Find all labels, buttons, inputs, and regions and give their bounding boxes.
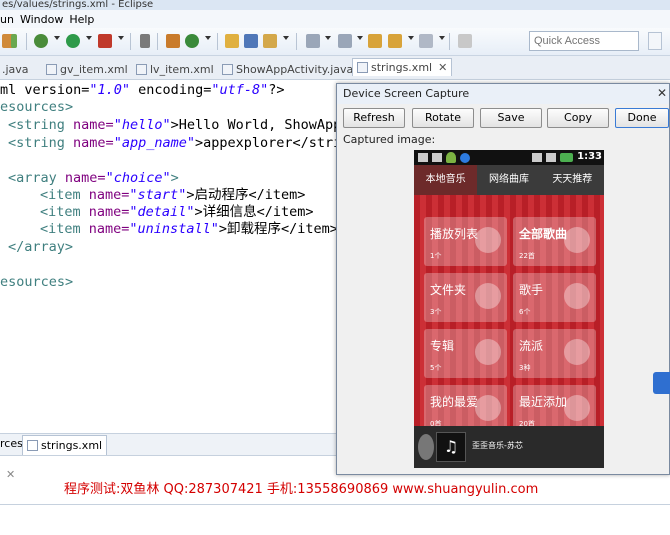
xml-file-icon (27, 440, 38, 451)
tab-resources[interactable]: rces (0, 437, 23, 450)
tab-gv-item[interactable]: gv_item.xml (46, 60, 128, 78)
pencil-icon[interactable] (263, 34, 277, 48)
skip-breakpoints-icon[interactable] (140, 34, 150, 48)
person-icon (564, 283, 590, 309)
annotation-icon[interactable] (306, 34, 320, 48)
tab-lv-item[interactable]: lv_item.xml (136, 60, 214, 78)
next-annotation-icon[interactable] (338, 34, 352, 48)
tile-all-songs[interactable]: 全部歌曲 22首 (513, 217, 596, 266)
java-file-icon (222, 63, 233, 75)
copy-button[interactable]: Copy (547, 108, 609, 128)
editor-bottom-tabs: rces strings.xml (0, 433, 340, 455)
code-line: <item name="start">启动程序</item> (40, 187, 306, 203)
tile-albums[interactable]: 专辑 5个 (424, 329, 507, 378)
android-icon (446, 152, 456, 163)
now-playing-text: 歪歪音乐-苏芯 (472, 441, 523, 450)
tile-playlist[interactable]: 播放列表 1个 (424, 217, 507, 266)
code-editor[interactable]: ml version="1.0" encoding="utf-8"?> esou… (0, 80, 342, 405)
folder-icon (475, 283, 501, 309)
tab-show-app-activity[interactable]: ShowAppActivity.java (222, 60, 353, 78)
phone-tab-online-library[interactable]: 网络曲库 (477, 165, 540, 195)
captured-image: 1:33 本地音乐 网络曲库 天天推荐 播放列表 1个 全部歌曲 22首 文件夹 3个… (414, 150, 604, 468)
back-history-icon[interactable] (388, 34, 402, 48)
code-line: </array> (8, 239, 74, 255)
xml-file-icon (357, 62, 368, 73)
code-line: ml version="1.0" encoding="utf-8"?> (0, 82, 285, 98)
close-panel-icon[interactable]: ✕ (6, 468, 15, 481)
code-line: <item name="detail">详细信息</item> (40, 204, 314, 220)
music-note-icon: ♫ (436, 432, 466, 462)
list-icon (475, 227, 501, 253)
phone-status-bar: 1:33 (414, 150, 604, 165)
debug-icon[interactable] (34, 34, 48, 48)
menu-window[interactable]: Window (20, 13, 69, 26)
run-icon[interactable] (66, 34, 80, 48)
xml-file-icon (136, 63, 147, 75)
print-icon[interactable] (11, 34, 17, 48)
disc-icon (475, 339, 501, 365)
quick-access-input[interactable] (529, 31, 639, 51)
menu-run[interactable]: un (0, 13, 20, 26)
rotate-button[interactable]: Rotate (412, 108, 474, 128)
tab-strings-xml-source[interactable]: strings.xml (22, 435, 108, 455)
phone-tab-local-music[interactable]: 本地音乐 (414, 165, 478, 195)
waveform-icon (564, 339, 590, 365)
window-title: es/values/strings.xml - Eclipse (0, 0, 670, 10)
captured-image-label: Captured image: (343, 133, 436, 146)
dialog-title: Device Screen Capture (337, 84, 669, 104)
xml-file-icon (46, 63, 57, 75)
signal-icon (546, 153, 556, 162)
external-tools-icon[interactable] (98, 34, 112, 48)
clock-icon (564, 395, 590, 421)
cd-icon (418, 434, 434, 460)
notification-icon (432, 153, 442, 162)
open-type-icon[interactable] (225, 34, 239, 48)
watermark-text: 程序测试:双鱼林 QQ:287307421 手机:13558690869 www… (64, 482, 539, 497)
phone-time: 1:33 (577, 151, 602, 162)
code-line: <array name="choice"> (8, 170, 179, 186)
new-java-package-icon[interactable] (166, 34, 180, 48)
send-icon[interactable] (653, 372, 670, 394)
tile-genres[interactable]: 流派 3种 (513, 329, 596, 378)
network-icon (532, 153, 542, 162)
phone-tabs: 本地音乐 网络曲库 天天推荐 (414, 165, 604, 195)
phone-tab-daily-picks[interactable]: 天天推荐 (541, 165, 604, 195)
music-note-icon (564, 227, 590, 253)
battery-icon (560, 153, 573, 162)
done-button[interactable]: Done (615, 108, 669, 128)
tile-artists[interactable]: 歌手 6个 (513, 273, 596, 322)
heart-icon (475, 395, 501, 421)
search-icon[interactable] (244, 34, 258, 48)
close-tab-icon[interactable]: ✕ (438, 61, 447, 74)
check-icon (460, 153, 470, 163)
back-icon[interactable] (368, 34, 382, 48)
code-line: <string name="hello">Hello World, ShowAp… (8, 117, 342, 133)
code-line: <string name="app_name">appexplorer</str… (8, 135, 342, 151)
phone-mini-player[interactable]: ♫ 歪歪音乐-苏芯 (414, 426, 604, 468)
open-perspective-icon[interactable] (648, 32, 662, 50)
code-line: <item name="uninstall">卸载程序</item> (40, 221, 338, 237)
pin-editor-icon[interactable] (458, 34, 472, 48)
usb-icon (418, 153, 428, 162)
phone-tile-grid: 播放列表 1个 全部歌曲 22首 文件夹 3个 歌手 6个 专辑 5个 流派 3种 我的最爱… (414, 195, 604, 434)
close-icon[interactable]: ✕ (655, 86, 669, 100)
tab-strings-xml[interactable]: strings.xml ✕ (352, 58, 453, 76)
save-button[interactable]: Save (480, 108, 542, 128)
refresh-button[interactable]: Refresh (343, 108, 405, 128)
new-class-icon[interactable] (185, 34, 199, 48)
tab-java[interactable]: .java (2, 60, 29, 78)
menu-help[interactable]: Help (69, 13, 100, 26)
tile-folders[interactable]: 文件夹 3个 (424, 273, 507, 322)
code-line: esources> (0, 274, 74, 290)
code-line: esources> (0, 99, 74, 115)
menu-bar: un Window Help (0, 10, 670, 28)
forward-icon[interactable] (419, 34, 433, 48)
